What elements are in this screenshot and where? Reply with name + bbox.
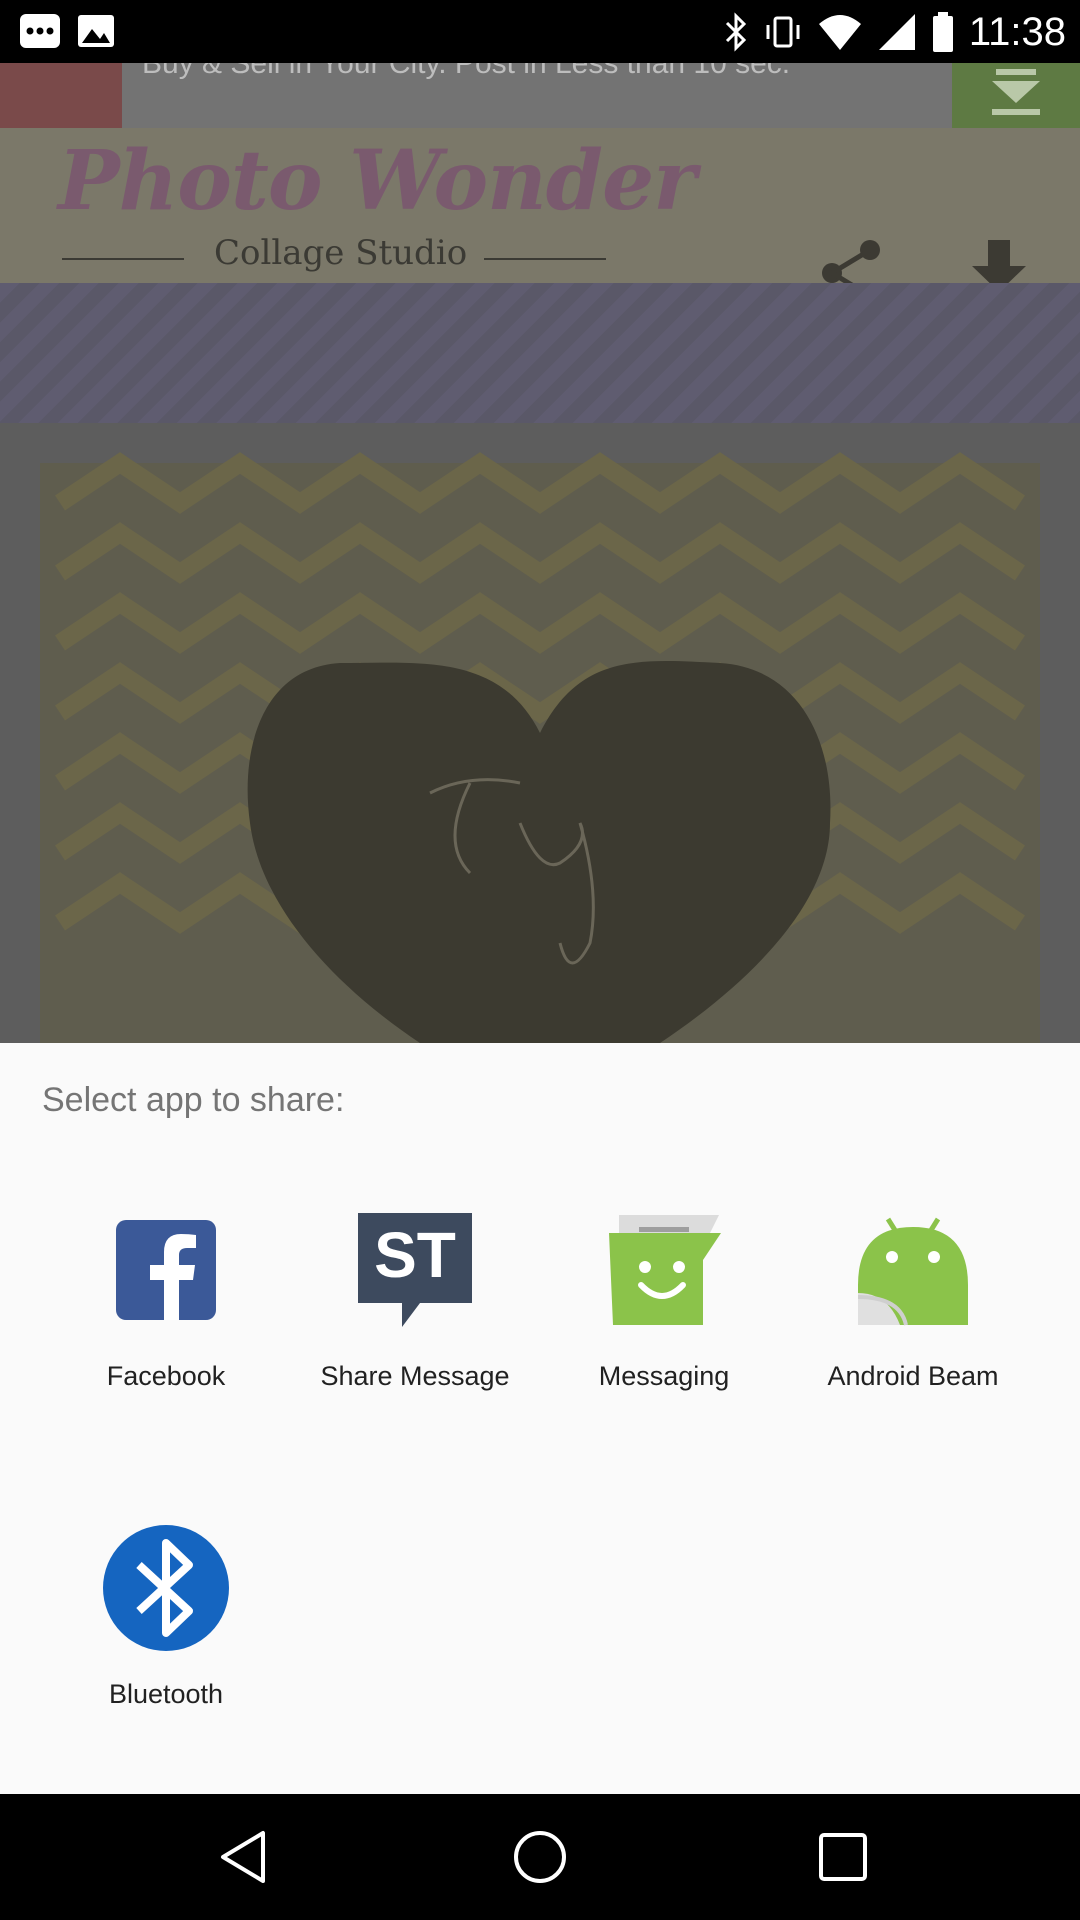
share-target-share-message[interactable]: ST Share Message (290, 1205, 540, 1445)
chevron-pattern (40, 452, 1040, 1043)
share-target-label: Facebook (106, 1361, 226, 1391)
status-bar: 11:38 (0, 0, 1080, 63)
share-target-messaging[interactable]: Messaging (539, 1205, 789, 1445)
subtitle-divider-left (62, 258, 184, 260)
more-dots-icon (20, 14, 60, 48)
messaging-icon (609, 1215, 721, 1325)
subtitle-divider-right (484, 258, 606, 260)
share-sheet-title: Select app to share: (42, 1081, 345, 1119)
share-target-label: Messaging (598, 1361, 730, 1391)
status-time: 11:38 (968, 10, 1066, 54)
share-target-facebook[interactable]: Facebook (41, 1205, 291, 1445)
navigation-bar (0, 1794, 1080, 1920)
ad-download-button[interactable] (952, 63, 1080, 128)
status-right: 11:38 (723, 6, 1066, 58)
decorative-banner (0, 283, 1080, 423)
share-target-bluetooth[interactable]: Bluetooth (41, 1523, 291, 1763)
background-app: Buy & Sell in Your City. Post in Less th… (0, 63, 1080, 1043)
bluetooth-icon (103, 1525, 229, 1651)
share-target-android-beam[interactable]: Android Beam (788, 1205, 1038, 1445)
app-title: Photo Wonder (58, 133, 697, 229)
back-icon[interactable] (213, 1827, 273, 1887)
battery-icon (932, 12, 953, 52)
photo-canvas[interactable] (0, 423, 1080, 1043)
share-message-icon: ST (358, 1213, 472, 1327)
share-sheet: Select app to share: Facebook ST Share M… (0, 1043, 1080, 1794)
share-target-label: Share Message (320, 1361, 510, 1391)
ad-banner[interactable]: Buy & Sell in Your City. Post in Less th… (0, 63, 1080, 128)
status-left (18, 12, 116, 50)
wifi-icon (818, 15, 861, 50)
vibrate-icon (766, 16, 800, 48)
facebook-icon (116, 1220, 216, 1320)
ad-text: Buy & Sell in Your City. Post in Less th… (142, 63, 791, 80)
image-icon (78, 15, 114, 47)
share-target-label: Android Beam (827, 1361, 999, 1391)
signal-icon (878, 14, 915, 50)
ad-logo (0, 63, 122, 128)
android-beam-icon (857, 1217, 968, 1326)
recents-icon[interactable] (813, 1827, 873, 1887)
bluetooth-icon (725, 12, 746, 52)
home-icon[interactable] (510, 1827, 570, 1887)
svg-text:ST: ST (374, 1219, 456, 1291)
share-target-label: Bluetooth (108, 1679, 224, 1709)
app-subtitle: Collage Studio (214, 233, 468, 273)
download-arrow-icon (992, 69, 1040, 115)
